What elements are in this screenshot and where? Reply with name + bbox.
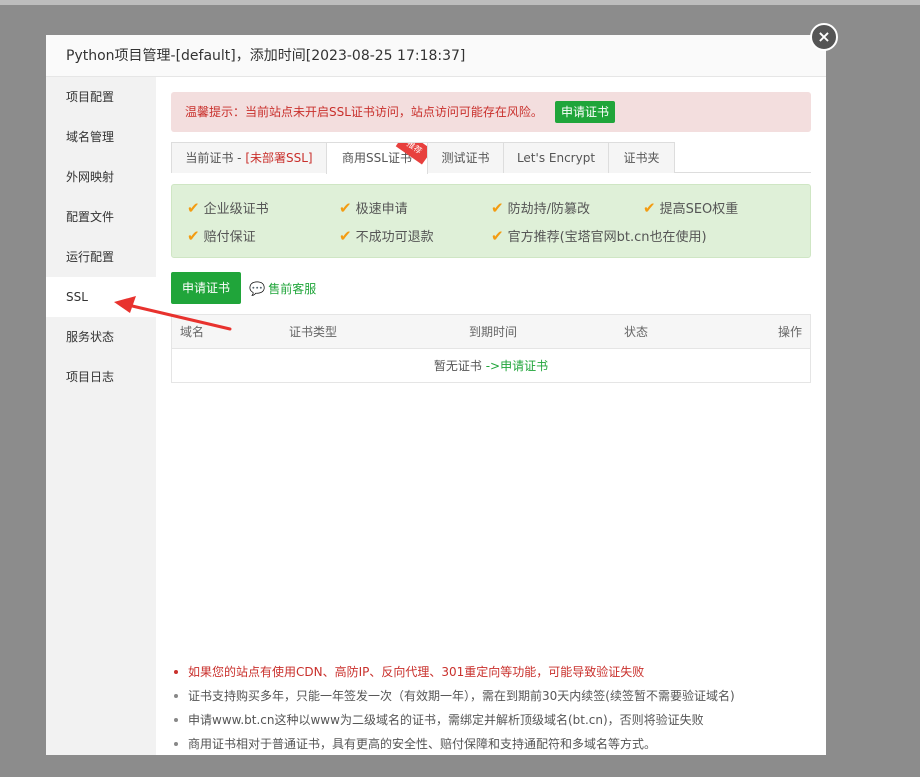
column-header-expiry: 到期时间 xyxy=(469,325,518,339)
tab-current-cert-status: [未部署SSL] xyxy=(245,151,313,165)
tab-lets-encrypt[interactable]: Let's Encrypt xyxy=(503,142,609,173)
notes-list: 如果您的站点有使用CDN、高防IP、反向代理、301重定向等功能，可能导致验证失… xyxy=(174,660,814,756)
ssl-tabs: 当前证书 - [未部署SSL] 商用SSL证书 推荐 测试证书 Let's En… xyxy=(171,142,811,174)
sidebar-item-run-config[interactable]: 运行配置 xyxy=(46,237,156,277)
note-item: 申请www.bt.cn这种以www为二级域名的证书，需绑定并解析顶级域名(bt.… xyxy=(174,708,814,732)
sidebar-item-external-mapping[interactable]: 外网映射 xyxy=(46,157,156,197)
sidebar-item-domain-management[interactable]: 域名管理 xyxy=(46,117,156,157)
check-icon: ✔ xyxy=(339,199,352,217)
check-icon: ✔ xyxy=(187,227,200,245)
empty-apply-cert-link[interactable]: ->申请证书 xyxy=(486,359,548,373)
tab-current-cert-label: 当前证书 - xyxy=(185,151,246,165)
feature-item: ✔ 极速申请 xyxy=(339,199,408,217)
cert-table: 域名 证书类型 到期时间 状态 操作 暂无证书 ->申请证书 xyxy=(171,314,811,383)
check-icon: ✔ xyxy=(339,227,352,245)
tab-test-cert[interactable]: 测试证书 xyxy=(427,142,504,173)
tab-commercial-ssl[interactable]: 商用SSL证书 推荐 xyxy=(326,142,428,174)
dialog-title: Python项目管理-[default]，添加时间[2023-08-25 17:… xyxy=(46,35,826,77)
feature-item: ✔ 不成功可退款 xyxy=(339,227,434,245)
tab-commercial-ssl-label: 商用SSL证书 xyxy=(342,151,412,165)
presale-service-link[interactable]: 💬 售前客服 xyxy=(249,280,316,297)
check-icon: ✔ xyxy=(187,199,200,217)
close-icon[interactable]: × xyxy=(810,23,838,51)
presale-label: 售前客服 xyxy=(268,282,317,296)
sidebar-item-config-file[interactable]: 配置文件 xyxy=(46,197,156,237)
table-empty-row: 暂无证书 ->申请证书 xyxy=(172,349,810,383)
feature-item: ✔ 提高SEO权重 xyxy=(643,199,739,217)
cert-table-header: 域名 证书类型 到期时间 状态 操作 xyxy=(172,315,810,349)
alert-text: 温馨提示：当前站点未开启SSL证书访问，站点访问可能存在风险。 xyxy=(185,105,543,119)
feature-item: ✔ 企业级证书 xyxy=(187,199,269,217)
column-header-cert-type: 证书类型 xyxy=(289,325,338,339)
tab-current-cert[interactable]: 当前证书 - [未部署SSL] xyxy=(171,142,327,173)
feature-item: ✔ 赔付保证 xyxy=(187,227,256,245)
annotation-arrow-icon xyxy=(114,296,232,331)
ssl-warning-alert: 温馨提示：当前站点未开启SSL证书访问，站点访问可能存在风险。 申请证书 xyxy=(171,92,811,132)
alert-apply-cert-button[interactable]: 申请证书 xyxy=(554,100,615,123)
note-item: 如果您的站点有使用CDN、高防IP、反向代理、301重定向等功能，可能导致验证失… xyxy=(174,660,814,684)
check-icon: ✔ xyxy=(643,199,656,217)
python-project-dialog: Python项目管理-[default]，添加时间[2023-08-25 17:… xyxy=(46,35,826,755)
check-icon: ✔ xyxy=(491,199,504,217)
note-item: 证书支持购买多年，只能一年签发一次（有效期一年），需在到期前30天内续签(续签暂… xyxy=(174,684,814,708)
empty-text: 暂无证书 xyxy=(433,359,482,373)
ssl-content: 温馨提示：当前站点未开启SSL证书访问，站点访问可能存在风险。 申请证书 当前证书… xyxy=(156,77,826,755)
sidebar-item-project-config[interactable]: 项目配置 xyxy=(46,77,156,117)
column-header-status: 状态 xyxy=(624,325,649,339)
tab-cert-folder[interactable]: 证书夹 xyxy=(608,142,675,173)
backdrop-top-bar xyxy=(0,0,920,5)
column-header-actions: 操作 xyxy=(777,325,802,339)
sidebar: 项目配置 域名管理 外网映射 配置文件 运行配置 SSL 服务状态 项目日志 xyxy=(46,77,156,755)
feature-item: ✔ 防劫持/防篡改 xyxy=(491,199,590,217)
note-item: 商用证书相对于普通证书，具有更高的安全性、赔付保障和支持通配符和多域名等方式。 xyxy=(174,732,814,756)
sidebar-item-project-log[interactable]: 项目日志 xyxy=(46,357,156,397)
chat-icon: 💬 xyxy=(249,282,266,297)
features-panel: ✔ 企业级证书 ✔ 极速申请 ✔ 防劫持/防篡改 ✔ 提高SEO权重 ✔ 赔付保证 ✔ 不成… xyxy=(171,184,811,258)
feature-item: ✔ 官方推荐(宝塔官网bt.cn也在使用) xyxy=(491,227,707,245)
check-icon: ✔ xyxy=(491,227,504,245)
